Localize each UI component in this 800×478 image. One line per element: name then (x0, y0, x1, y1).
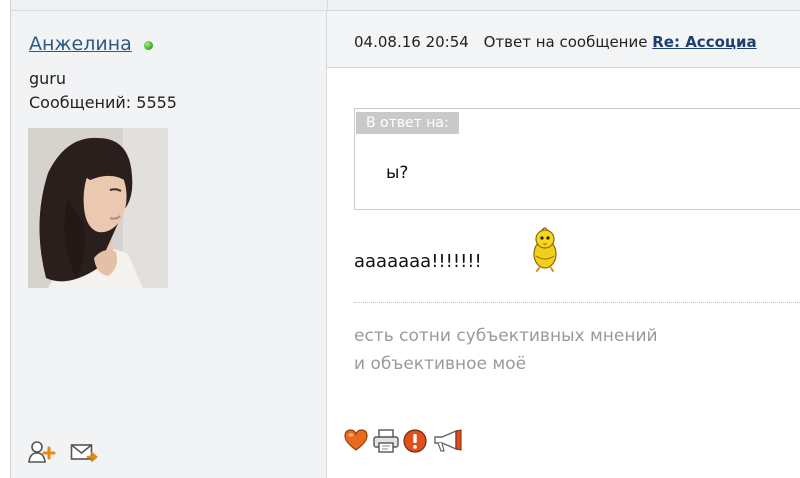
reply-to-link[interactable]: Re: Ассоциа (652, 33, 756, 51)
message-header: 04.08.16 20:54 Ответ на сообщение Re: Ас… (327, 11, 800, 68)
quote-label: В ответ на: (356, 112, 459, 134)
signature-separator (354, 302, 800, 303)
username-row: Анжелина (29, 33, 153, 55)
message-date: 04.08.16 20:54 (354, 33, 469, 51)
username-link[interactable]: Анжелина (29, 33, 132, 55)
user-rank: guru (29, 69, 67, 88)
online-status-icon (143, 40, 153, 50)
send-message-icon[interactable] (70, 442, 100, 468)
report-icon[interactable] (402, 428, 428, 458)
announce-megaphone-icon[interactable] (432, 428, 464, 458)
user-post-count: Сообщений: 5555 (29, 93, 177, 112)
message-meta: 04.08.16 20:54 Ответ на сообщение Re: Ас… (354, 33, 757, 51)
quote-text: ы? (386, 163, 409, 183)
quote-block: В ответ на: ы? (354, 108, 800, 210)
add-friend-icon[interactable] (28, 440, 56, 468)
like-heart-icon[interactable] (343, 428, 369, 456)
page-edge (0, 0, 10, 478)
signature-line-1: есть сотни субъективных мнений (354, 326, 658, 346)
user-info-panel: Анжелина guru Сообщений: 5555 (11, 11, 327, 478)
previous-post-bottom-edge (11, 0, 800, 11)
column-divider (327, 0, 328, 10)
signature-line-2: и объективное моё (354, 354, 527, 374)
dancing-chick-smiley-icon (528, 226, 562, 276)
print-icon[interactable] (372, 428, 400, 458)
message-body: ааааааа!!!!!!! (354, 251, 482, 272)
avatar[interactable] (28, 128, 168, 288)
reply-prefix: Ответ на сообщение (483, 33, 648, 51)
